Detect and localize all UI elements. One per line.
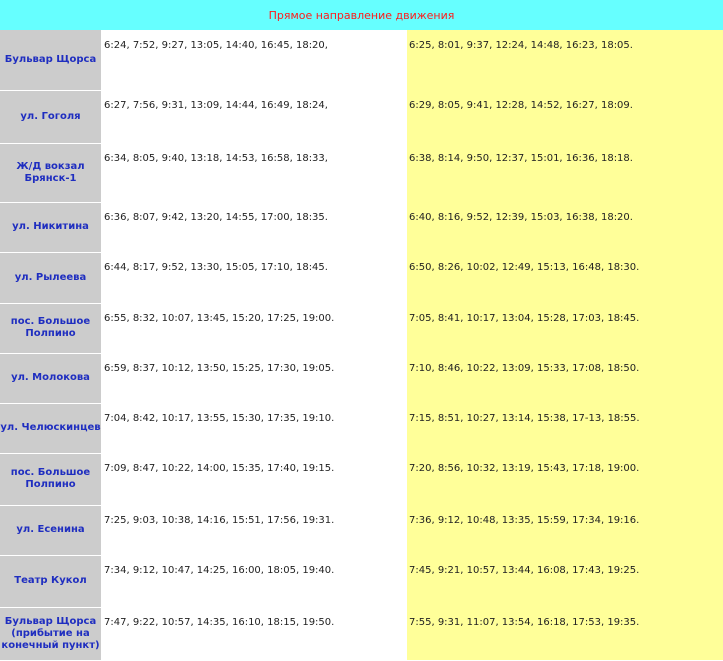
weekend-times-cell: 7:05, 8:41, 10:17, 13:04, 15:28, 17:03, … (407, 303, 723, 353)
schedule-row: пос. Большое Полпино 7:09, 8:47, 10:22, 1… (0, 453, 723, 506)
weekend-times-cell: 6:40, 8:16, 9:52, 12:39, 15:03, 16:38, 1… (407, 202, 723, 252)
weekend-times-cell: 7:10, 8:46, 10:22, 13:09, 15:33, 17:08, … (407, 353, 723, 403)
stop-name: Бульвар Щорса (0, 30, 101, 91)
weekend-times: 7:55, 9:31, 11:07, 13:54, 16:18, 17:53, … (409, 617, 640, 628)
weekday-times-cell: 7:47, 9:22, 10:57, 14:35, 16:10, 18:15, … (101, 607, 407, 660)
weekday-times: 7:47, 9:22, 10:57, 14:35, 16:10, 18:15, … (104, 617, 335, 628)
weekend-times-cell: 7:45, 9:21, 10:57, 13:44, 16:08, 17:43, … (407, 555, 723, 607)
stop-name: ул. Никитина (0, 202, 101, 253)
stop-name: Ж/Д вокзал Брянск-1 (0, 143, 101, 203)
stop-name: пос. Большое Полпино (0, 303, 101, 354)
weekday-times: 7:34, 9:12, 10:47, 14:25, 16:00, 18:05, … (104, 565, 335, 576)
schedule-row: ул. Рылеева 6:44, 8:17, 9:52, 13:30, 15:0… (0, 252, 723, 304)
title-row: Прямое направление движения (0, 0, 723, 30)
weekday-times-cell: 7:04, 8:42, 10:17, 13:55, 15:30, 17:35, … (101, 403, 407, 453)
weekday-times: 6:36, 8:07, 9:42, 13:20, 14:55, 17:00, 1… (104, 212, 328, 223)
weekday-times: 6:59, 8:37, 10:12, 13:50, 15:25, 17:30, … (104, 363, 335, 374)
weekend-times: 6:50, 8:26, 10:02, 12:49, 15:13, 16:48, … (409, 262, 640, 273)
stop-name: ул. Гоголя (0, 90, 101, 144)
stop-name: ул. Молокова (0, 353, 101, 404)
weekday-times-cell: 6:44, 8:17, 9:52, 13:30, 15:05, 17:10, 1… (101, 252, 407, 303)
weekday-times: 6:34, 8:05, 9:40, 13:18, 14:53, 16:58, 1… (104, 153, 328, 164)
weekday-times-cell: 6:24, 7:52, 9:27, 13:05, 14:40, 16:45, 1… (101, 30, 407, 90)
weekend-times: 6:38, 8:14, 9:50, 12:37, 15:01, 16:36, 1… (409, 153, 633, 164)
weekday-times-cell: 6:27, 7:56, 9:31, 13:09, 14:44, 16:49, 1… (101, 90, 407, 143)
weekend-times-cell: 6:38, 8:14, 9:50, 12:37, 15:01, 16:36, 1… (407, 143, 723, 202)
weekday-times: 6:24, 7:52, 9:27, 13:05, 14:40, 16:45, 1… (104, 40, 328, 51)
weekend-times: 7:15, 8:51, 10:27, 13:14, 15:38, 17-13, … (409, 413, 640, 424)
stop-name: ул. Есенина (0, 505, 101, 556)
weekday-times-cell: 6:55, 8:32, 10:07, 13:45, 15:20, 17:25, … (101, 303, 407, 353)
schedule-table: Прямое направление движения Бульвар Щорс… (0, 0, 723, 661)
weekday-times-cell: 6:36, 8:07, 9:42, 13:20, 14:55, 17:00, 1… (101, 202, 407, 252)
schedule-row: Бульвар Щорса (прибытие на конечный пунк… (0, 607, 723, 661)
weekend-times: 7:20, 8:56, 10:32, 13:19, 15:43, 17:18, … (409, 463, 640, 474)
weekend-times: 7:10, 8:46, 10:22, 13:09, 15:33, 17:08, … (409, 363, 640, 374)
weekday-times: 6:55, 8:32, 10:07, 13:45, 15:20, 17:25, … (104, 313, 335, 324)
weekend-times-cell: 7:15, 8:51, 10:27, 13:14, 15:38, 17-13, … (407, 403, 723, 453)
schedule-row: ул. Гоголя 6:27, 7:56, 9:31, 13:09, 14:44… (0, 90, 723, 144)
schedule-row: ул. Никитина 6:36, 8:07, 9:42, 13:20, 14:… (0, 202, 723, 253)
weekend-times: 7:45, 9:21, 10:57, 13:44, 16:08, 17:43, … (409, 565, 640, 576)
weekday-times-cell: 7:34, 9:12, 10:47, 14:25, 16:00, 18:05, … (101, 555, 407, 607)
weekend-times-cell: 7:20, 8:56, 10:32, 13:19, 15:43, 17:18, … (407, 453, 723, 505)
stop-name: ул. Рылеева (0, 252, 101, 304)
weekday-times: 7:09, 8:47, 10:22, 14:00, 15:35, 17:40, … (104, 463, 335, 474)
stop-name: Театр Кукол (0, 555, 101, 608)
stop-name: ул. Челюскинцев (0, 403, 101, 454)
weekend-times-cell: 7:36, 9:12, 10:48, 13:35, 15:59, 17:34, … (407, 505, 723, 555)
weekend-times-cell: 6:25, 8:01, 9:37, 12:24, 14:48, 16:23, 1… (407, 30, 723, 90)
schedule-body: Прямое направление движения Бульвар Щорс… (0, 0, 723, 661)
weekend-times: 6:25, 8:01, 9:37, 12:24, 14:48, 16:23, 1… (409, 40, 633, 51)
weekday-times-cell: 7:25, 9:03, 10:38, 14:16, 15:51, 17:56, … (101, 505, 407, 555)
weekend-times-cell: 6:29, 8:05, 9:41, 12:28, 14:52, 16:27, 1… (407, 90, 723, 143)
schedule-row: Бульвар Щорса 6:24, 7:52, 9:27, 13:05, 14… (0, 30, 723, 91)
stop-name: Бульвар Щорса (прибытие на конечный пунк… (0, 607, 101, 661)
weekend-times-cell: 6:50, 8:26, 10:02, 12:49, 15:13, 16:48, … (407, 252, 723, 303)
stop-name: пос. Большое Полпино (0, 453, 101, 506)
schedule-row: ул. Молокова 6:59, 8:37, 10:12, 13:50, 15… (0, 353, 723, 404)
weekend-times: 7:36, 9:12, 10:48, 13:35, 15:59, 17:34, … (409, 515, 640, 526)
weekday-times: 7:04, 8:42, 10:17, 13:55, 15:30, 17:35, … (104, 413, 335, 424)
weekend-times: 6:29, 8:05, 9:41, 12:28, 14:52, 16:27, 1… (409, 100, 633, 111)
page-title: Прямое направление движения (0, 0, 723, 30)
weekend-times: 6:40, 8:16, 9:52, 12:39, 15:03, 16:38, 1… (409, 212, 633, 223)
schedule-row: ул. Есенина 7:25, 9:03, 10:38, 14:16, 15:… (0, 505, 723, 556)
schedule-row: ул. Челюскинцев 7:04, 8:42, 10:17, 13:55,… (0, 403, 723, 454)
weekend-times: 7:05, 8:41, 10:17, 13:04, 15:28, 17:03, … (409, 313, 640, 324)
weekend-times-cell: 7:55, 9:31, 11:07, 13:54, 16:18, 17:53, … (407, 607, 723, 660)
schedule-row: пос. Большое Полпино 6:55, 8:32, 10:07, 1… (0, 303, 723, 354)
weekday-times: 6:27, 7:56, 9:31, 13:09, 14:44, 16:49, 1… (104, 100, 328, 111)
schedule-row: Ж/Д вокзал Брянск-1 6:34, 8:05, 9:40, 13:… (0, 143, 723, 203)
weekday-times: 7:25, 9:03, 10:38, 14:16, 15:51, 17:56, … (104, 515, 335, 526)
schedule-row: Театр Кукол 7:34, 9:12, 10:47, 14:25, 16:… (0, 555, 723, 608)
weekday-times-cell: 7:09, 8:47, 10:22, 14:00, 15:35, 17:40, … (101, 453, 407, 505)
weekday-times: 6:44, 8:17, 9:52, 13:30, 15:05, 17:10, 1… (104, 262, 328, 273)
weekday-times-cell: 6:34, 8:05, 9:40, 13:18, 14:53, 16:58, 1… (101, 143, 407, 202)
weekday-times-cell: 6:59, 8:37, 10:12, 13:50, 15:25, 17:30, … (101, 353, 407, 403)
